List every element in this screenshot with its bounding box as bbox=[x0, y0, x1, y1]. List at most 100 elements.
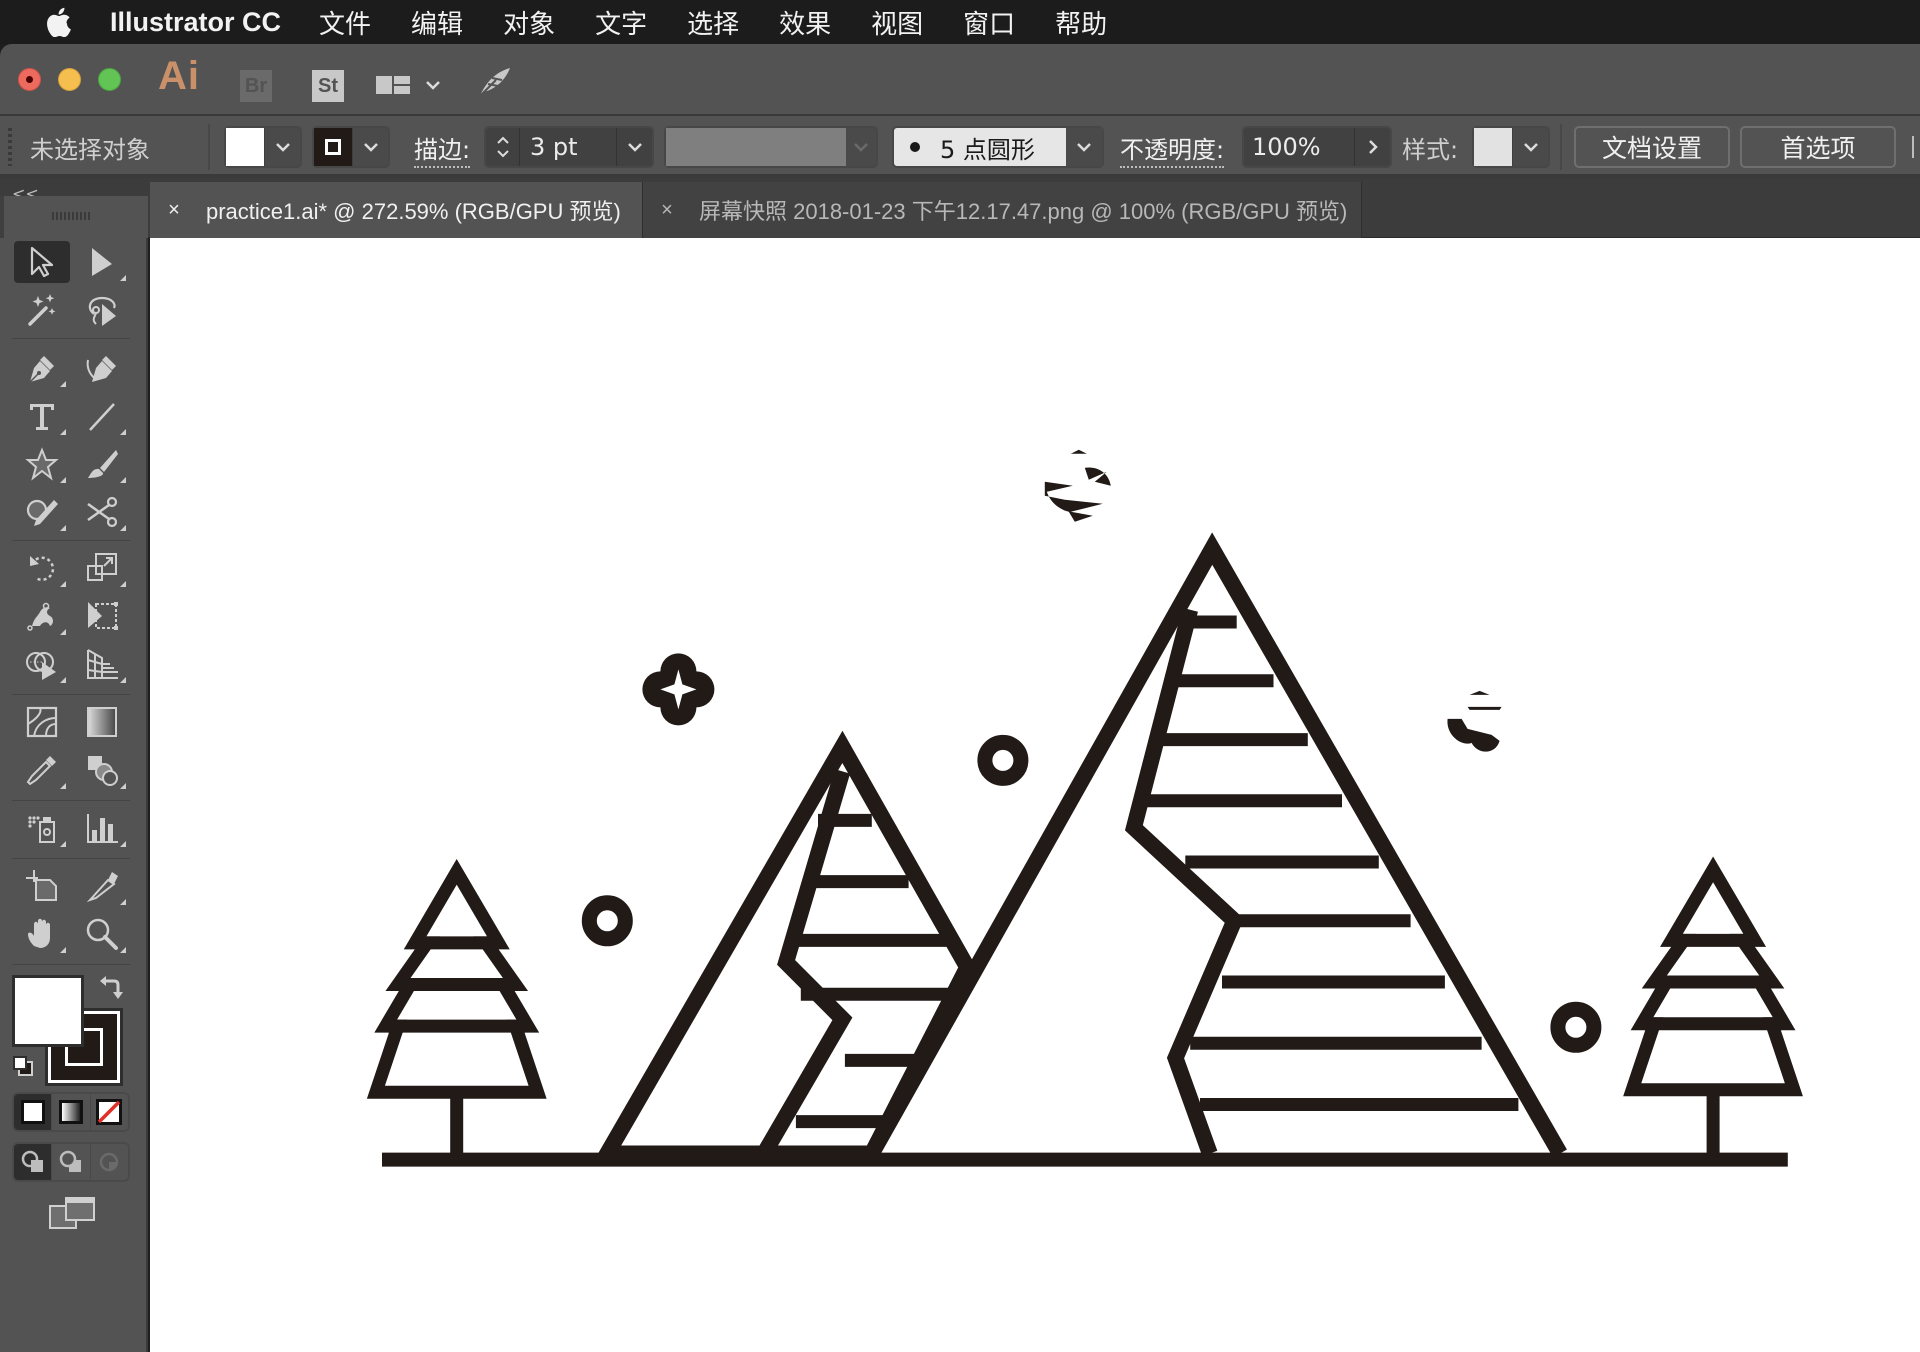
swap-fill-stroke-icon[interactable] bbox=[98, 975, 124, 1001]
column-graph-tool[interactable] bbox=[74, 807, 130, 849]
fill-color-control[interactable] bbox=[224, 126, 302, 168]
menu-window[interactable]: 窗口 bbox=[963, 4, 1015, 41]
profile-preview bbox=[666, 128, 846, 166]
more-tools-indicator bbox=[60, 477, 66, 483]
color-button[interactable] bbox=[14, 1094, 53, 1130]
apple-icon[interactable] bbox=[40, 0, 76, 44]
app-menu[interactable]: Illustrator CC bbox=[110, 7, 281, 38]
artboard-tool[interactable] bbox=[14, 865, 70, 907]
pen-tool[interactable] bbox=[14, 347, 70, 389]
draw-normal-button[interactable] bbox=[14, 1144, 53, 1180]
close-window-button[interactable] bbox=[18, 68, 41, 91]
opacity-label[interactable]: 不透明度: bbox=[1120, 130, 1225, 168]
tab-practice1[interactable]: × practice1.ai* @ 272.59% (RGB/GPU 预览) bbox=[150, 182, 642, 238]
gradient-tool[interactable] bbox=[74, 701, 130, 743]
type-tool[interactable] bbox=[14, 395, 70, 437]
menu-object[interactable]: 对象 bbox=[503, 4, 555, 41]
fill-color-swatch[interactable] bbox=[12, 975, 84, 1047]
graphic-style-dropdown[interactable] bbox=[1512, 128, 1548, 166]
opacity-field[interactable]: 100% bbox=[1242, 126, 1392, 168]
planet-fragment bbox=[1447, 718, 1500, 752]
zoom-tool[interactable] bbox=[74, 913, 130, 955]
perspective-grid-tool[interactable] bbox=[74, 643, 130, 685]
stroke-color-control[interactable] bbox=[312, 126, 390, 168]
preferences-button[interactable]: 首选项 bbox=[1740, 126, 1896, 168]
stock-button[interactable]: St bbox=[312, 70, 344, 102]
more-tools-indicator bbox=[60, 525, 66, 531]
menu-edit[interactable]: 编辑 bbox=[411, 4, 463, 41]
profile-dropdown[interactable] bbox=[846, 128, 876, 166]
draw-inside-button[interactable] bbox=[91, 1144, 128, 1180]
more-tools-indicator bbox=[120, 947, 126, 953]
free-transform-tool[interactable] bbox=[74, 595, 130, 637]
panel-grip[interactable] bbox=[8, 128, 12, 166]
eyedropper-tool[interactable] bbox=[14, 749, 70, 791]
tab-screenshot[interactable]: × 屏幕快照 2018-01-23 下午12.17.47.png @ 100% … bbox=[642, 182, 1362, 238]
menu-effect[interactable]: 效果 bbox=[779, 4, 831, 41]
opacity-value[interactable]: 100% bbox=[1244, 133, 1354, 161]
stroke-dropdown[interactable] bbox=[352, 128, 388, 166]
paintbrush-tool[interactable] bbox=[74, 443, 130, 485]
lasso-tool[interactable] bbox=[74, 289, 130, 331]
magic-wand-tool[interactable] bbox=[14, 289, 70, 331]
stroke-swatch[interactable] bbox=[314, 128, 352, 166]
magic-wand-icon bbox=[28, 294, 56, 326]
selection-tool[interactable] bbox=[14, 241, 70, 283]
line-segment-tool[interactable] bbox=[74, 395, 130, 437]
toolbar-grip[interactable] bbox=[52, 212, 90, 220]
stroke-label[interactable]: 描边: bbox=[414, 130, 471, 168]
none-button[interactable] bbox=[91, 1094, 128, 1130]
chevron-right-icon bbox=[1368, 140, 1378, 154]
menu-type[interactable]: 文字 bbox=[595, 4, 647, 41]
document-setup-button[interactable]: 文档设置 bbox=[1574, 126, 1730, 168]
fill-dropdown[interactable] bbox=[264, 128, 300, 166]
gradient-icon bbox=[87, 707, 117, 737]
menu-bar: Illustrator CC 文件 编辑 对象 文字 选择 效果 视图 窗口 帮… bbox=[0, 0, 1920, 44]
scissors-tool[interactable] bbox=[74, 491, 130, 533]
scale-tool[interactable] bbox=[74, 547, 130, 589]
shaper-tool[interactable] bbox=[14, 491, 70, 533]
screen-mode-icon[interactable] bbox=[48, 1196, 96, 1232]
stroke-weight-field[interactable]: 3 pt bbox=[484, 126, 654, 168]
direct-selection-tool[interactable] bbox=[74, 241, 130, 283]
zoom-window-button[interactable] bbox=[98, 68, 121, 91]
hand-tool[interactable] bbox=[14, 913, 70, 955]
stroke-weight-dropdown[interactable] bbox=[616, 128, 652, 166]
brush-dropdown[interactable] bbox=[1066, 128, 1102, 166]
opacity-expand[interactable] bbox=[1354, 128, 1390, 166]
graphic-style-swatch[interactable] bbox=[1474, 128, 1512, 166]
curvature-tool[interactable] bbox=[74, 347, 130, 389]
slice-tool[interactable] bbox=[74, 865, 130, 907]
close-tab-icon[interactable]: × bbox=[164, 199, 184, 222]
paintbrush-icon bbox=[88, 450, 118, 478]
minimize-window-button[interactable] bbox=[58, 68, 81, 91]
variable-width-profile[interactable] bbox=[664, 126, 878, 168]
mesh-tool[interactable] bbox=[14, 701, 70, 743]
direct-selection-icon bbox=[92, 248, 112, 276]
fill-swatch[interactable] bbox=[226, 128, 264, 166]
shape-builder-tool[interactable] bbox=[14, 643, 70, 685]
menu-file[interactable]: 文件 bbox=[319, 4, 371, 41]
blend-tool[interactable] bbox=[74, 749, 130, 791]
rotate-tool[interactable] bbox=[14, 547, 70, 589]
menu-select[interactable]: 选择 bbox=[687, 4, 739, 41]
draw-behind-button[interactable] bbox=[52, 1144, 91, 1180]
stroke-weight-stepper[interactable] bbox=[486, 128, 520, 166]
overflow-indicator[interactable] bbox=[1912, 136, 1920, 158]
graphic-style-control[interactable] bbox=[1472, 126, 1550, 168]
menu-view[interactable]: 视图 bbox=[871, 4, 923, 41]
close-tab-icon[interactable]: × bbox=[657, 199, 677, 222]
artboard-canvas[interactable] bbox=[150, 238, 1920, 1352]
arrange-documents-button[interactable] bbox=[376, 70, 446, 100]
brush-definition[interactable]: 5 点圆形 bbox=[892, 126, 1104, 168]
puppet-warp-tool[interactable] bbox=[14, 595, 70, 637]
symbol-sprayer-tool[interactable] bbox=[14, 807, 70, 849]
star-tool[interactable] bbox=[14, 443, 70, 485]
feather-icon[interactable] bbox=[474, 62, 514, 102]
default-fill-stroke-icon[interactable] bbox=[12, 1055, 34, 1077]
gradient-button[interactable] bbox=[52, 1094, 91, 1130]
stroke-weight-value[interactable]: 3 pt bbox=[520, 133, 616, 161]
menu-help[interactable]: 帮助 bbox=[1055, 4, 1107, 41]
more-tools-indicator bbox=[120, 429, 126, 435]
bridge-button[interactable]: Br bbox=[240, 70, 272, 102]
